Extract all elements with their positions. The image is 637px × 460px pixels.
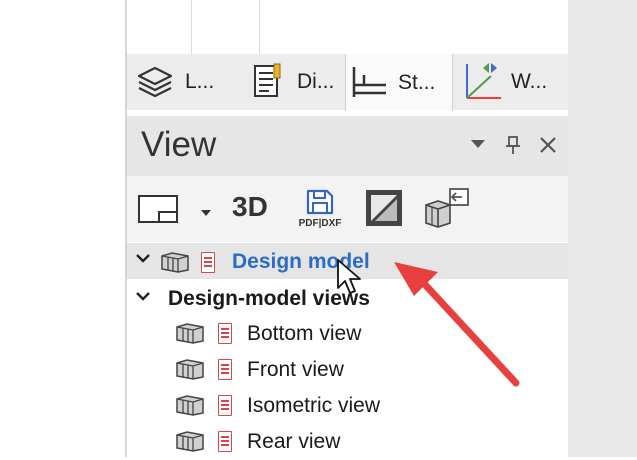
tree-item-label: Bottom view bbox=[247, 322, 362, 345]
shading-button[interactable] bbox=[365, 189, 403, 232]
document-icon bbox=[245, 62, 289, 102]
tab-layers-label: L... bbox=[185, 70, 215, 93]
tab-workplane[interactable]: W... bbox=[459, 54, 559, 110]
chevron-down-icon[interactable] bbox=[135, 251, 151, 269]
view-toolbar bbox=[127, 176, 568, 242]
pin-icon bbox=[506, 136, 520, 154]
save-disk-icon bbox=[306, 189, 334, 215]
tab-drawing-label: Di... bbox=[297, 70, 335, 93]
tab-structure[interactable]: St... bbox=[345, 54, 453, 111]
view-frame-icon bbox=[138, 195, 178, 223]
right-background bbox=[568, 0, 637, 457]
close-icon bbox=[540, 137, 556, 153]
axes-icon bbox=[459, 62, 503, 102]
tree-item-label: Rear view bbox=[247, 430, 341, 453]
panel-menu-button[interactable] bbox=[469, 132, 487, 155]
view-frame-dropdown[interactable] bbox=[200, 204, 212, 222]
export-view-button[interactable] bbox=[422, 187, 472, 234]
tab-structure-label: St... bbox=[398, 70, 436, 94]
document-icon bbox=[201, 252, 215, 273]
export-view-icon bbox=[425, 188, 469, 228]
shading-icon bbox=[366, 190, 402, 226]
document-icon bbox=[218, 323, 232, 344]
tree-item-label: Isometric view bbox=[247, 394, 381, 417]
document-icon bbox=[218, 431, 232, 452]
tab-drawing[interactable]: Di... bbox=[245, 54, 345, 110]
structure-icon bbox=[346, 63, 390, 103]
view-frame-button[interactable] bbox=[137, 194, 179, 229]
close-button[interactable] bbox=[538, 135, 558, 161]
model-cube-icon bbox=[175, 322, 205, 349]
model-cube-icon bbox=[175, 430, 205, 457]
chevron-down-icon[interactable] bbox=[135, 289, 151, 307]
pdf-dxf-button[interactable]: PDF|DXF bbox=[294, 188, 346, 234]
document-icon bbox=[218, 395, 232, 416]
tab-strip: L... Di... St... W... bbox=[127, 54, 568, 111]
document-icon bbox=[218, 359, 232, 380]
panel-title: View bbox=[141, 125, 217, 164]
model-cube-icon bbox=[160, 251, 190, 278]
model-cube-icon bbox=[175, 358, 205, 385]
layers-icon bbox=[133, 62, 177, 102]
tab-layers[interactable]: L... bbox=[133, 54, 225, 110]
pin-button[interactable] bbox=[505, 135, 521, 161]
dropdown-arrow-icon bbox=[471, 140, 485, 148]
chevron-down-icon bbox=[201, 210, 211, 216]
top-area bbox=[127, 0, 568, 55]
pdf-dxf-label: PDF|DXF bbox=[298, 218, 342, 229]
tree-item-label: Front view bbox=[247, 358, 344, 381]
mouse-cursor-icon bbox=[337, 259, 361, 294]
three-d-button[interactable]: 3D bbox=[232, 191, 268, 223]
model-cube-icon bbox=[175, 394, 205, 421]
tab-workplane-label: W... bbox=[511, 70, 548, 93]
